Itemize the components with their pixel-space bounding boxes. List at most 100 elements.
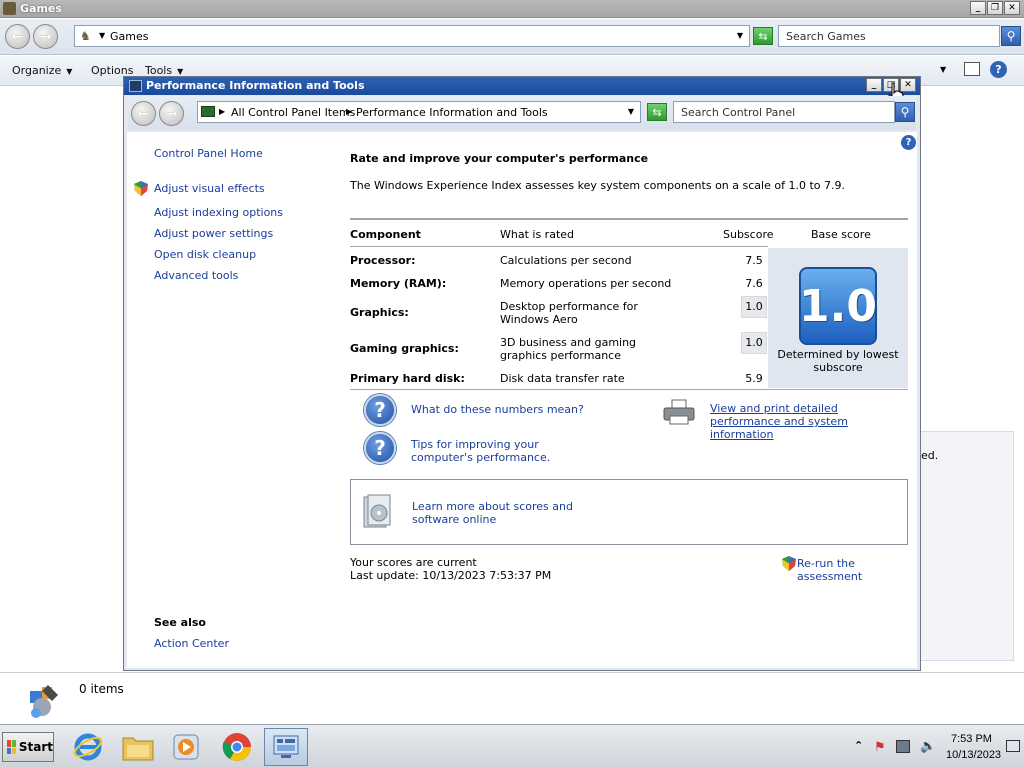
uac-shield-icon (134, 181, 148, 196)
see-also-action-center[interactable]: Action Center (154, 637, 229, 650)
games-titlebar[interactable]: Games _ ❐ ✕ (0, 0, 1024, 18)
control-panel-home-link[interactable]: Control Panel Home (154, 147, 263, 160)
control-panel-icon (273, 735, 299, 758)
perf-back-button[interactable]: ← (131, 101, 156, 126)
games-status-bar: 0 items (0, 672, 1024, 724)
sidebar-item-indexing[interactable]: Adjust indexing options (154, 206, 283, 219)
games-navigation-bar: ← → ♞ ▼ Games ▼ ⇆ Search Games ⚲ (0, 19, 1024, 55)
row-component-processor: Processor: (350, 254, 416, 267)
row-rated-hard-disk: Disk data transfer rate (500, 372, 625, 385)
taskbar-internet-explorer[interactable] (66, 728, 110, 766)
learn-more-link[interactable]: Learn more about scores and software onl… (412, 500, 612, 526)
games-search-icon[interactable]: ⚲ (1001, 26, 1021, 46)
row-component-hard-disk: Primary hard disk: (350, 372, 465, 385)
start-button[interactable]: Start (2, 732, 54, 762)
taskbar-file-explorer[interactable] (116, 728, 160, 766)
games-window-icon (3, 2, 16, 15)
performance-window-title: Performance Information and Tools (146, 79, 365, 92)
sidebar-item-power[interactable]: Adjust power settings (154, 227, 273, 240)
show-desktop-icon[interactable] (1006, 740, 1020, 752)
games-window-title: Games (20, 2, 62, 15)
games-explorer-icon (30, 685, 58, 718)
clock-time[interactable]: 7:53 PM (951, 733, 992, 745)
show-hidden-icons-icon[interactable]: ⌃ (854, 739, 863, 752)
help-icon[interactable]: ? (990, 61, 1007, 78)
perf-address-bar[interactable]: ▶ All Control Panel Items ▶ Performance … (197, 101, 641, 123)
sidebar-item-visual-effects[interactable]: Adjust visual effects (154, 182, 265, 195)
learn-more-box[interactable]: Learn more about scores and software onl… (350, 479, 908, 545)
clock-date[interactable]: 10/13/2023 (946, 749, 1001, 761)
folder-icon (122, 737, 154, 761)
perf-refresh-button[interactable]: ⇆ (647, 103, 667, 121)
taskbar: Start ⌃ ⚑ 🔈 7:53 PM 10/13/2023 (0, 724, 1024, 768)
games-refresh-button[interactable]: ⇆ (753, 27, 773, 45)
perf-minimize-button[interactable]: _ (866, 78, 882, 92)
question-icon: ? (364, 394, 396, 426)
perf-forward-button[interactable]: → (159, 101, 184, 126)
what-numbers-mean-link[interactable]: What do these numbers mean? (411, 403, 584, 416)
breadcrumb-chevron-icon[interactable]: ▶ (219, 107, 225, 116)
performance-window-icon (129, 80, 142, 92)
perf-search-placeholder: Search Control Panel (681, 106, 796, 119)
performance-titlebar[interactable]: Performance Information and Tools _ □ ✕ (124, 77, 920, 106)
row-subscore-memory: 7.6 (745, 277, 763, 290)
see-also-heading: See also (154, 616, 206, 629)
performance-content: ? Control Panel Home Adjust visual effec… (127, 132, 917, 668)
address-dropdown-icon[interactable]: ▼ (628, 107, 634, 116)
taskbar-media-player[interactable] (164, 728, 208, 766)
tips-improving-link[interactable]: Tips for improving your computer's perfo… (411, 438, 601, 464)
network-icon[interactable] (896, 740, 910, 753)
row-rated-memory: Memory operations per second (500, 277, 672, 290)
row-subscore-graphics: 1.0 (741, 296, 767, 318)
row-rated-graphics: Desktop performance for Windows Aero (500, 300, 638, 326)
organize-menu[interactable]: Organize ▼ (12, 64, 72, 77)
games-address-bar[interactable]: ♞ ▼ Games ▼ (74, 25, 750, 47)
view-dropdown-icon[interactable]: ▼ (940, 65, 946, 74)
games-details-text: ed. (921, 449, 939, 462)
games-address-text: Games (110, 30, 149, 43)
games-item-count: 0 items (79, 682, 124, 696)
taskbar-chrome[interactable] (215, 728, 259, 766)
breadcrumb-separator-icon[interactable]: ▶ (346, 107, 352, 116)
internet-explorer-icon (73, 733, 103, 761)
row-rated-processor: Calculations per second (500, 254, 632, 267)
header-component: Component (350, 228, 421, 241)
games-search-input[interactable]: Search Games (778, 25, 1000, 47)
games-minimize-button[interactable]: _ (970, 1, 986, 15)
help-icon[interactable]: ? (901, 135, 916, 150)
software-box-icon (363, 494, 391, 528)
sidebar-item-advanced-tools[interactable]: Advanced tools (154, 269, 238, 282)
volume-muted-icon[interactable]: 🔈 (920, 739, 936, 754)
base-score-caption: Determined by lowest subscore (777, 348, 899, 374)
games-folder-icon: ♞ (80, 29, 91, 43)
sidebar-item-disk-cleanup[interactable]: Open disk cleanup (154, 248, 256, 261)
uac-shield-icon (782, 556, 796, 571)
games-back-button[interactable]: ← (5, 24, 30, 49)
games-details-panel: ed. (920, 431, 1014, 661)
games-restore-button[interactable]: ❐ (987, 1, 1003, 15)
rerun-assessment-link[interactable]: Re-run the assessment (797, 557, 917, 583)
breadcrumb-item-control-panel[interactable]: All Control Panel Items (231, 106, 355, 119)
preview-pane-icon[interactable] (964, 62, 980, 76)
row-subscore-gaming-graphics: 1.0 (741, 332, 767, 354)
header-subscore: Subscore (723, 228, 774, 241)
perf-search-input[interactable]: Search Control Panel (673, 101, 895, 123)
perf-search-icon[interactable]: ⚲ (895, 102, 915, 122)
games-search-placeholder: Search Games (786, 30, 866, 43)
windows-logo-icon (7, 740, 16, 754)
chevron-down-icon[interactable]: ▼ (99, 31, 105, 40)
header-divider (350, 246, 768, 247)
games-close-button[interactable]: ✕ (1004, 1, 1020, 15)
table-bottom-divider (350, 389, 908, 390)
games-forward-button[interactable]: → (33, 24, 58, 49)
taskbar-control-panel[interactable] (264, 728, 308, 766)
performance-window: Performance Information and Tools _ □ ✕ … (123, 76, 921, 671)
breadcrumb-item-performance[interactable]: Performance Information and Tools (356, 106, 548, 119)
address-dropdown-icon[interactable]: ▼ (737, 31, 743, 40)
page-title: Rate and improve your computer's perform… (350, 152, 649, 165)
view-print-details-link[interactable]: View and print detailed performance and … (710, 402, 910, 441)
action-center-flag-icon[interactable]: ⚑ (874, 740, 886, 755)
table-top-divider (350, 218, 908, 220)
row-component-memory: Memory (RAM): (350, 277, 447, 290)
header-what-is-rated: What is rated (500, 228, 575, 241)
